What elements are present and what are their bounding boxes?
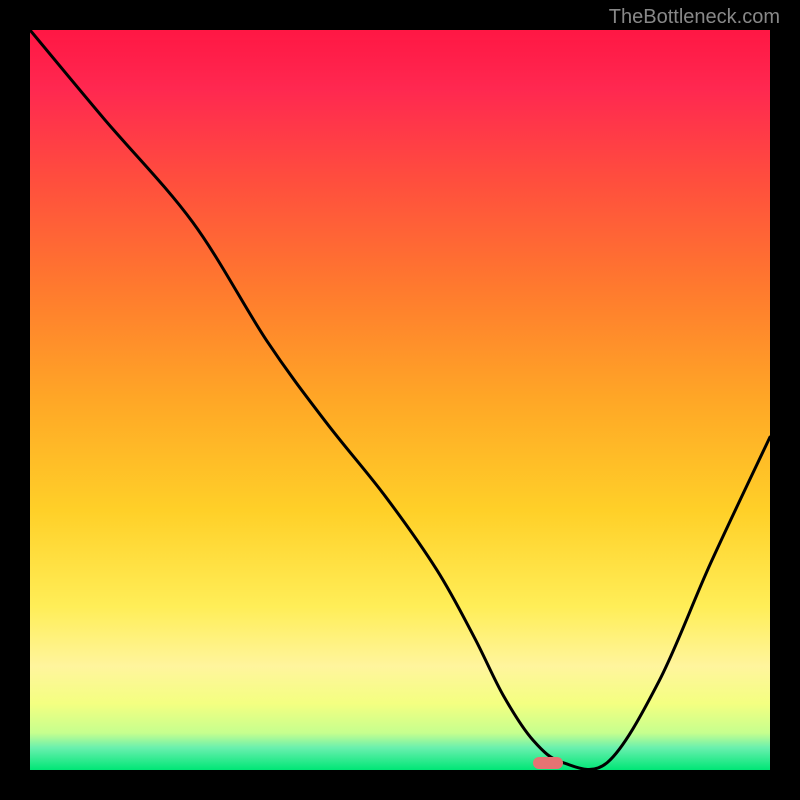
bottleneck-curve-path: [30, 30, 770, 770]
plot-area: [30, 30, 770, 770]
optimal-marker: [533, 757, 563, 769]
watermark-text: TheBottleneck.com: [609, 6, 780, 29]
curve-svg: [30, 30, 770, 770]
